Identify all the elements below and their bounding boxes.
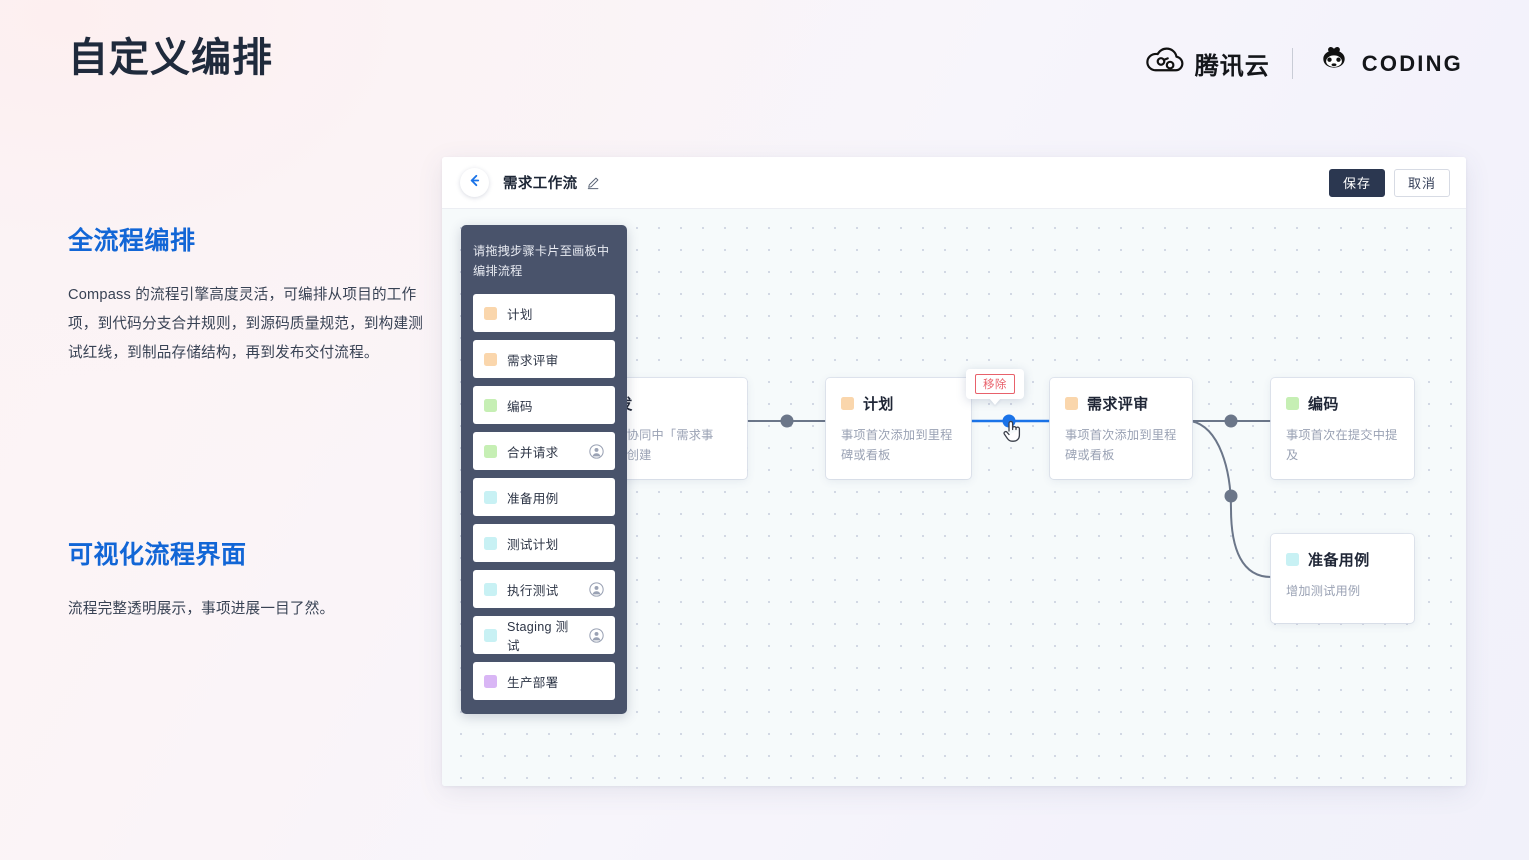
feature-section-2: 可视化流程界面 流程完整透明展示，事项进展一目了然。 [68, 540, 428, 624]
palette-item-color-chip [484, 674, 497, 688]
brand-logos: 腾讯云 CODING [1146, 46, 1463, 81]
palette-item-5[interactable]: 准备用例 [473, 478, 615, 516]
flow-canvas[interactable]: 触发 项目协同中「需求事项」创建 计划 事项首次添加到里程碑或看板 需求评审 事… [442, 209, 1466, 786]
node-header: 计划 [841, 393, 956, 414]
palette-item-7[interactable]: 执行测试 [473, 570, 615, 608]
palette-item-color-chip [484, 582, 497, 596]
flow-node-testcase[interactable]: 准备用例 增加测试用例 [1271, 534, 1414, 623]
feature-body: Compass 的流程引擎高度灵活，可编排从项目的工作项，到代码分支合并规则，到… [68, 287, 424, 362]
pencil-edit-icon[interactable] [586, 176, 600, 190]
palette-item-label: 生产部署 [507, 675, 559, 690]
feature-section-1: 全流程编排 Compass 的流程引擎高度灵活，可编排从项目的工作项，到代码分支… [68, 226, 428, 368]
node-description: 事项首次添加到里程碑或看板 [841, 428, 953, 462]
feature-heading: 可视化流程界面 [68, 541, 247, 569]
tencent-cloud-icon [1146, 46, 1186, 81]
pointer-hand-cursor [1002, 419, 1024, 450]
brand-divider [1291, 48, 1293, 79]
node-title: 编码 [1308, 396, 1339, 413]
palette-item-3[interactable]: 编码 [473, 386, 615, 424]
tooltip-arrow [988, 398, 1001, 405]
node-header: 需求评审 [1065, 393, 1177, 414]
flow-node-code[interactable]: 编码 事项首次在提交中提及 [1271, 378, 1414, 479]
flow-node-review[interactable]: 需求评审 事项首次添加到里程碑或看板 [1050, 378, 1192, 479]
palette-item-label: 计划 [507, 307, 533, 322]
palette-item-label: 编码 [507, 399, 533, 414]
node-description: 增加测试用例 [1286, 584, 1361, 598]
palette-item-color-chip [484, 628, 497, 642]
node-header: 编码 [1286, 393, 1399, 414]
node-color-chip [841, 397, 854, 410]
node-description: 事项首次在提交中提及 [1286, 428, 1398, 462]
node-title: 需求评审 [1087, 396, 1149, 413]
coding-label: CODING [1361, 50, 1463, 76]
palette-item-color-chip [484, 444, 497, 458]
palette-item-8[interactable]: Staging 测试 [473, 616, 615, 654]
palette-item-list: 计划需求评审编码合并请求准备用例测试计划执行测试 Staging 测试生产部署 [473, 294, 615, 700]
palette-item-2[interactable]: 需求评审 [473, 340, 615, 378]
palette-item-6[interactable]: 测试计划 [473, 524, 615, 562]
user-avatar-icon [589, 443, 604, 459]
tencent-cloud-label: 腾讯云 [1194, 53, 1270, 80]
palette-item-9[interactable]: 生产部署 [473, 662, 615, 700]
palette-item-label: Staging 测试 [507, 620, 569, 653]
app-window: 需求工作流 保存 取消 项目协同中「需求事 创建 计划 事项首次添加到里程碑或看… [442, 157, 1466, 786]
palette-item-color-chip [484, 352, 497, 366]
tencent-cloud-logo: 腾讯云 [1146, 46, 1270, 81]
user-avatar-icon [589, 627, 604, 643]
feature-heading: 全流程编排 [68, 227, 196, 255]
save-button[interactable]: 保存 [1329, 168, 1385, 197]
back-button[interactable] [460, 168, 489, 197]
coding-logo: CODING [1315, 46, 1463, 81]
remove-edge-tooltip: 移除 [966, 369, 1024, 405]
palette-item-label: 准备用例 [507, 491, 559, 506]
flow-node-plan[interactable]: 计划 事项首次添加到里程碑或看板 [826, 378, 971, 479]
palette-hint: 请拖拽步骤卡片至画板中编排流程 [473, 244, 610, 278]
step-palette: 请拖拽步骤卡片至画板中编排流程 计划需求评审编码合并请求准备用例测试计划执行测试… [461, 225, 627, 714]
coding-monkey-icon [1315, 46, 1353, 81]
palette-item-color-chip [484, 490, 497, 504]
node-title: 准备用例 [1308, 552, 1370, 569]
palette-item-label: 需求评审 [507, 353, 559, 368]
palette-item-label: 执行测试 [507, 583, 559, 598]
back-arrow-icon [467, 173, 482, 193]
page-title: 自定义编排 [68, 36, 273, 80]
node-header: 准备用例 [1286, 549, 1399, 570]
palette-item-color-chip [484, 536, 497, 550]
palette-item-color-chip [484, 398, 497, 412]
palette-item-1[interactable]: 计划 [473, 294, 615, 332]
feature-body: 流程完整透明展示，事项进展一目了然。 [68, 601, 335, 618]
node-title: 计划 [863, 396, 894, 413]
app-toolbar: 需求工作流 保存 取消 [442, 157, 1466, 209]
palette-item-label: 合并请求 [507, 445, 559, 460]
hero-block: 自定义编排 [68, 34, 438, 82]
cancel-button[interactable]: 取消 [1394, 168, 1450, 197]
node-description: 事项首次添加到里程碑或看板 [1065, 428, 1177, 462]
node-color-chip [1286, 397, 1299, 410]
user-avatar-icon [589, 581, 604, 597]
palette-item-color-chip [484, 306, 497, 320]
palette-item-label: 测试计划 [507, 537, 559, 552]
palette-item-4[interactable]: 合并请求 [473, 432, 615, 470]
remove-edge-label[interactable]: 移除 [975, 374, 1015, 394]
node-color-chip [1065, 397, 1078, 410]
node-color-chip [1286, 553, 1299, 566]
flow-name-label: 需求工作流 [503, 176, 578, 192]
